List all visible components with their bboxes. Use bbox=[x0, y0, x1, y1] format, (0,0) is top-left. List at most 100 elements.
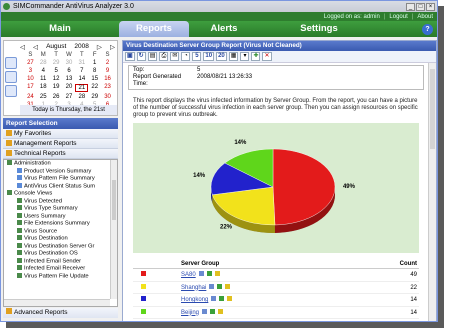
print-icon[interactable]: ⎙ bbox=[159, 52, 169, 61]
calendar-day[interactable]: 27 bbox=[63, 94, 76, 100]
calendar-day[interactable]: 16 bbox=[101, 76, 114, 82]
advanced-reports-section[interactable]: Advanced Reports bbox=[3, 308, 118, 318]
calendar-day[interactable]: 29 bbox=[50, 60, 63, 66]
calendar-day[interactable]: 1 bbox=[88, 60, 101, 66]
tree-item[interactable]: File Extensions Summary bbox=[4, 220, 117, 228]
next-month-button[interactable]: ▷ bbox=[97, 43, 102, 51]
about-link[interactable]: About bbox=[417, 14, 433, 20]
calendar-day[interactable]: 26 bbox=[50, 94, 63, 100]
calendar-day[interactable]: 15 bbox=[88, 76, 101, 82]
computer-icon[interactable] bbox=[202, 308, 208, 314]
tree-item[interactable]: Virus Destination bbox=[4, 235, 117, 243]
tree-item[interactable]: Virus Source bbox=[4, 227, 117, 236]
tree-vertical-scrollbar[interactable] bbox=[110, 160, 117, 299]
maximize-button[interactable]: □ bbox=[416, 2, 425, 11]
tree-item[interactable]: Product Version Summary bbox=[4, 167, 117, 176]
email-icon[interactable]: ✉ bbox=[170, 52, 180, 61]
calendar-day[interactable]: 30 bbox=[63, 60, 76, 66]
calendar-day[interactable]: 3 bbox=[24, 68, 37, 74]
tab-reports[interactable]: Reports bbox=[119, 21, 189, 37]
tree-item[interactable]: Administration bbox=[4, 160, 117, 168]
my-favorites-section[interactable]: My Favorites bbox=[3, 129, 118, 139]
computer-icon[interactable] bbox=[211, 296, 217, 301]
calendar-day[interactable]: 30 bbox=[101, 94, 114, 100]
tree-item[interactable]: Console Views bbox=[4, 190, 117, 198]
tree-item[interactable]: Virus Pattern File Summary bbox=[4, 175, 117, 183]
report-scrollbar[interactable] bbox=[428, 63, 436, 321]
tree-item[interactable]: Virus Destination OS bbox=[4, 250, 117, 258]
calendar-day[interactable]: 28 bbox=[75, 94, 88, 100]
calendar-day[interactable]: 19 bbox=[50, 84, 63, 92]
calendar-day[interactable]: 23 bbox=[101, 84, 114, 92]
calendar-day[interactable]: 21 bbox=[75, 84, 89, 92]
calendar-day[interactable]: 9 bbox=[101, 68, 114, 74]
calendar-day[interactable]: 20 bbox=[63, 84, 76, 92]
close-report-icon[interactable]: ✕ bbox=[262, 52, 272, 61]
calendar-day[interactable]: 12 bbox=[50, 76, 63, 82]
clock-icon[interactable] bbox=[5, 57, 17, 69]
tab-alerts[interactable]: Alerts bbox=[189, 21, 259, 37]
user-icon[interactable] bbox=[227, 296, 233, 301]
calendar-day[interactable]: 27 bbox=[24, 60, 37, 66]
check-icon[interactable] bbox=[206, 271, 212, 276]
calendar-day[interactable]: 6 bbox=[63, 68, 76, 74]
calendar-day[interactable]: 28 bbox=[37, 60, 50, 66]
technical-reports-section[interactable]: Technical Reports bbox=[3, 149, 118, 159]
calendar-day[interactable]: 5 bbox=[50, 68, 63, 74]
calendar-day[interactable]: 29 bbox=[88, 94, 101, 100]
computer-icon[interactable] bbox=[198, 271, 204, 276]
server-group-link[interactable]: SA80 bbox=[181, 272, 196, 278]
tree-horizontal-scrollbar[interactable] bbox=[4, 299, 110, 306]
calendar-day[interactable]: 13 bbox=[63, 76, 76, 82]
calendar-day[interactable]: 22 bbox=[88, 84, 101, 92]
tree-item[interactable]: Virus Destination Server Gr bbox=[4, 242, 117, 251]
prev-month-button[interactable]: ◁ bbox=[33, 43, 38, 51]
check-icon[interactable] bbox=[210, 308, 216, 314]
tree-item[interactable]: Users Summary bbox=[4, 212, 117, 221]
computer-icon[interactable] bbox=[209, 283, 215, 289]
user-icon[interactable] bbox=[225, 283, 231, 289]
calendar-day[interactable]: 18 bbox=[37, 84, 50, 92]
calendar-day[interactable]: 2 bbox=[101, 60, 114, 66]
minimize-button[interactable]: _ bbox=[406, 2, 415, 11]
logout-link[interactable]: Logout bbox=[389, 14, 407, 20]
server-group-link[interactable]: Hongkong bbox=[181, 297, 208, 303]
favorite-icon[interactable]: ✚ bbox=[251, 52, 261, 61]
top-5-button[interactable]: 5 bbox=[192, 52, 202, 61]
calendar-day[interactable]: 11 bbox=[37, 76, 50, 82]
tab-settings[interactable]: Settings bbox=[259, 21, 379, 37]
chart-icon[interactable]: ◔ bbox=[181, 52, 191, 61]
tree-item[interactable]: Virus Pattern File Update bbox=[4, 272, 117, 281]
calendar-day[interactable]: 17 bbox=[24, 84, 37, 92]
calendar-icon[interactable] bbox=[5, 71, 17, 83]
calendar-day[interactable]: 4 bbox=[37, 68, 50, 74]
next-year-button[interactable]: ▷ bbox=[110, 43, 115, 51]
calendar-day[interactable]: 8 bbox=[88, 68, 101, 74]
close-button[interactable]: × bbox=[426, 2, 435, 11]
list-icon[interactable] bbox=[5, 85, 17, 97]
tab-main[interactable]: Main bbox=[1, 21, 119, 37]
calendar-day[interactable]: 24 bbox=[24, 94, 37, 100]
server-group-link[interactable]: Shanghai bbox=[181, 285, 206, 291]
check-icon[interactable] bbox=[219, 296, 225, 301]
tree-item[interactable]: Virus Detected bbox=[4, 197, 117, 206]
top-10-button[interactable]: 10 bbox=[203, 52, 215, 61]
tree-item[interactable]: Infected Email Receiver bbox=[4, 265, 117, 273]
calendar-day[interactable]: 10 bbox=[24, 76, 37, 82]
calendar-day[interactable]: 31 bbox=[75, 60, 88, 66]
prev-year-button[interactable]: ◁ bbox=[20, 43, 25, 51]
tree-item[interactable]: AntiVirus Client Status Sum bbox=[4, 182, 117, 191]
calendar-day[interactable]: 14 bbox=[75, 76, 88, 82]
user-icon[interactable] bbox=[218, 308, 224, 314]
help-icon[interactable]: ? bbox=[422, 23, 433, 35]
server-group-link[interactable]: Beijing bbox=[181, 310, 199, 316]
calendar-day[interactable]: 7 bbox=[75, 68, 88, 74]
settings-icon[interactable]: ▦ bbox=[228, 52, 239, 61]
user-icon[interactable] bbox=[214, 271, 220, 276]
tree-item[interactable]: Infected Email Sender bbox=[4, 257, 117, 266]
tree-item[interactable]: Virus Type Summary bbox=[4, 205, 117, 213]
refresh-icon[interactable]: ↻ bbox=[136, 52, 146, 61]
check-icon[interactable] bbox=[217, 283, 223, 289]
top-20-button[interactable]: 20 bbox=[216, 52, 227, 61]
filter-icon[interactable]: ▾ bbox=[240, 52, 250, 61]
